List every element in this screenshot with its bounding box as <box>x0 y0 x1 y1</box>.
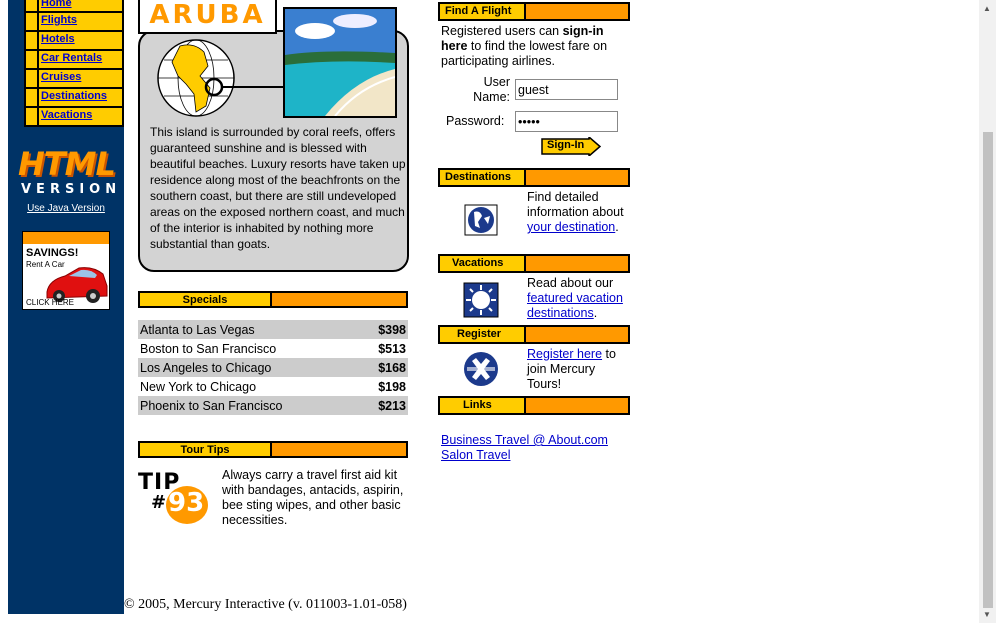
destinations-header: Destinations <box>438 168 630 187</box>
nav-menu: Home Flights Hotels Car Rentals Cruises … <box>24 0 124 127</box>
vacations-header: Vacations <box>438 254 630 273</box>
nav-item-flights[interactable]: Flights <box>24 13 124 32</box>
nav-item-destinations[interactable]: Destinations <box>24 89 124 108</box>
vacations-text: Read about our featured vacation destina… <box>527 276 623 320</box>
vacations-label: Vacations <box>440 256 526 271</box>
destinations-label: Destinations <box>440 170 526 185</box>
specials-label: Specials <box>140 293 272 306</box>
special-route: Boston to San Francisco <box>140 341 277 356</box>
aruba-title: ARUBA <box>138 0 277 34</box>
tip-badge-icon: TIP # 93 <box>138 470 212 524</box>
scrollbar-thumb[interactable] <box>983 132 993 608</box>
user-name-label: User Name: <box>473 75 510 104</box>
nav-link-car-rentals[interactable]: Car Rentals <box>41 52 102 64</box>
special-price: $213 <box>378 398 406 413</box>
register-x-icon <box>464 352 498 386</box>
special-price: $513 <box>378 341 406 356</box>
salon-travel-link[interactable]: Salon Travel <box>441 448 510 462</box>
scroll-up-arrow-icon[interactable]: ▲ <box>983 4 991 13</box>
specials-table: Atlanta to Las Vegas $398 Boston to San F… <box>138 320 408 415</box>
featured-vacation-link[interactable]: featured vacation destinations <box>527 291 623 320</box>
aruba-description: This island is surrounded by coral reefs… <box>150 125 406 251</box>
table-row: Boston to San Francisco $513 <box>138 339 408 358</box>
special-price: $168 <box>378 360 406 375</box>
car-rental-ad-banner[interactable]: SAVINGS! Rent A Car CLICK HERE <box>22 231 110 310</box>
special-route: New York to Chicago <box>140 379 257 394</box>
special-price: $398 <box>378 322 406 337</box>
tour-tips-header: Tour Tips <box>138 441 408 458</box>
register-label: Register <box>440 327 526 342</box>
version-logo-text: VERSION <box>21 182 122 197</box>
sign-in-button[interactable]: Sign-In <box>541 137 601 156</box>
ad-savings-text: SAVINGS! <box>26 247 79 259</box>
nav-item-hotels[interactable]: Hotels <box>24 32 124 51</box>
nav-link-hotels[interactable]: Hotels <box>41 33 75 45</box>
sign-in-label: Sign-In <box>547 139 585 151</box>
password-label: Password: <box>446 114 505 128</box>
find-flight-header: Find A Flight <box>438 2 630 21</box>
nav-item-vacations[interactable]: Vacations <box>24 108 124 127</box>
nav-link-destinations[interactable]: Destinations <box>41 90 107 102</box>
globe-destination-icon <box>464 204 498 236</box>
register-text: Register here to join Mercury Tours! <box>527 347 616 391</box>
table-row: New York to Chicago $198 <box>138 377 408 396</box>
links-header: Links <box>438 396 630 415</box>
sun-vacation-icon <box>463 282 499 318</box>
links-list: Business Travel @ About.com Salon Travel <box>441 433 631 463</box>
register-header: Register <box>438 325 630 344</box>
table-row: Los Angeles to Chicago $168 <box>138 358 408 377</box>
use-java-version-link[interactable]: Use Java Version <box>18 203 114 214</box>
beach-photo-image <box>285 9 395 116</box>
special-route: Los Angeles to Chicago <box>140 360 272 375</box>
nav-link-cruises[interactable]: Cruises <box>41 71 81 83</box>
find-flight-label: Find A Flight <box>440 4 526 19</box>
table-row: Atlanta to Las Vegas $398 <box>138 320 408 339</box>
special-route: Phoenix to San Francisco <box>140 398 283 413</box>
user-name-input[interactable] <box>515 79 618 100</box>
html-logo-text: HTML <box>18 145 116 183</box>
nav-item-home[interactable]: Home <box>24 0 124 13</box>
password-input[interactable] <box>515 111 618 132</box>
nav-item-car-rentals[interactable]: Car Rentals <box>24 51 124 70</box>
tour-tip-text: Always carry a travel first aid kit with… <box>222 468 404 527</box>
html-version-logo: HTML VERSION Use Java Version <box>18 145 122 214</box>
special-price: $198 <box>378 379 406 394</box>
scroll-down-arrow-icon[interactable]: ▼ <box>983 610 991 619</box>
copyright-text: © 2005, Mercury Interactive (v. 011003-1… <box>124 597 407 612</box>
business-travel-link[interactable]: Business Travel @ About.com <box>441 433 608 447</box>
nav-item-cruises[interactable]: Cruises <box>24 70 124 89</box>
ad-click-here-text: CLICK HERE <box>26 298 75 307</box>
special-route: Atlanta to Las Vegas <box>140 322 255 337</box>
nav-link-flights[interactable]: Flights <box>41 14 77 26</box>
table-row: Phoenix to San Francisco $213 <box>138 396 408 415</box>
register-here-link[interactable]: Register here <box>527 347 602 361</box>
tour-tips-label: Tour Tips <box>140 443 272 456</box>
specials-header: Specials <box>138 291 408 308</box>
find-flight-intro: Registered users can sign-in here to fin… <box>441 24 608 68</box>
your-destination-link[interactable]: your destination <box>527 220 615 234</box>
nav-link-home[interactable]: Home <box>41 0 72 9</box>
tip-hash: # <box>151 492 167 513</box>
nav-link-vacations[interactable]: Vacations <box>41 109 92 121</box>
links-label: Links <box>440 398 526 413</box>
tip-number: 93 <box>168 488 205 518</box>
globe-map-icon <box>157 39 284 117</box>
aruba-beach-photo <box>283 7 397 118</box>
destinations-text: Find detailed information about your des… <box>527 190 624 234</box>
